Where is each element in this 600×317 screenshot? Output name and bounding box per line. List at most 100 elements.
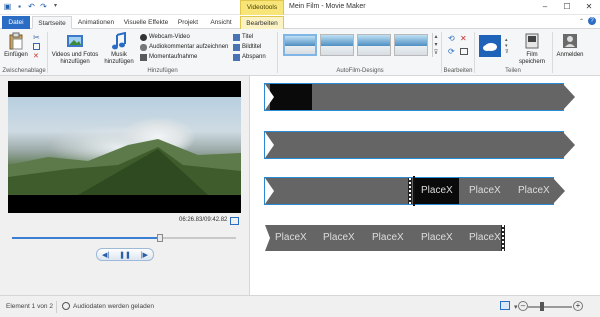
status-audio-loading: Audiodaten werden geladen — [73, 303, 154, 310]
copy-icon[interactable] — [33, 43, 40, 50]
strip-end-tip — [563, 132, 575, 158]
zoom-slider[interactable] — [528, 306, 572, 308]
storyboard-strip[interactable] — [264, 83, 575, 111]
webcam-video-button[interactable]: Webcam-Video — [140, 33, 190, 41]
remove-icon[interactable]: ✕ — [460, 34, 467, 43]
separator — [56, 301, 57, 313]
quick-access-toolbar: ▣ ▪ ↶ ↷ ▾ — [3, 2, 60, 11]
video-preview[interactable] — [8, 81, 241, 213]
clip-label: PlaceX — [275, 232, 307, 243]
separator — [277, 32, 278, 73]
tab-file[interactable]: Datei — [2, 16, 30, 29]
preview-pane: 06:26.83/09:42.82 ◀| ❚❚ |▶ — [0, 76, 250, 295]
help-icon[interactable]: ? — [588, 17, 596, 25]
title-bar: ▣ ▪ ↶ ↷ ▾ Videotools Mein Film - Movie M… — [0, 0, 600, 15]
paste-button[interactable]: Einfügen — [4, 32, 28, 59]
close-icon[interactable]: ✕ — [578, 0, 600, 15]
undo-icon[interactable]: ↶ — [27, 2, 36, 11]
theme-thumbnail[interactable] — [357, 34, 391, 56]
caption-label: Bildtitel — [242, 44, 262, 50]
add-music-label-1: Musik — [111, 52, 127, 58]
add-group-label: Hinzufügen — [147, 68, 178, 74]
fullscreen-icon[interactable] — [230, 217, 239, 225]
strip-end-tip — [563, 84, 575, 110]
add-videos-label-1: Videos und Fotos — [51, 52, 99, 58]
sign-in-button[interactable]: Anmelden — [555, 32, 585, 59]
storyboard-strip[interactable] — [264, 131, 575, 159]
ribbon-collapse-icon[interactable]: ⌃ — [579, 18, 584, 25]
theme-thumbnail[interactable] — [394, 34, 428, 56]
add-music-label-2: hinzufügen — [104, 59, 134, 65]
snapshot-button[interactable]: Momentaufnahme — [140, 53, 197, 61]
audio-comment-label: Audiokommentar aufzeichnen — [149, 44, 229, 50]
tab-project[interactable]: Projekt — [173, 16, 203, 29]
film-edge — [501, 225, 505, 251]
strip-start-arrow — [265, 132, 274, 158]
zoom-in-icon[interactable]: + — [573, 301, 583, 311]
save-icon[interactable]: ▪ — [15, 2, 24, 11]
add-videos-label-2: hinzufügen — [60, 59, 90, 65]
add-music-button[interactable]: Musik hinzufügen — [102, 32, 136, 66]
context-tab-videotools: Videotools — [240, 0, 284, 15]
mountain-landscape — [8, 139, 241, 195]
minimize-icon[interactable]: – — [534, 0, 556, 15]
clip-thumbnail[interactable] — [270, 84, 312, 110]
paste-label: Einfügen — [4, 52, 28, 58]
next-frame-icon[interactable]: |▶ — [141, 251, 148, 259]
onedrive-share-button[interactable] — [479, 35, 501, 57]
previous-frame-icon[interactable]: ◀| — [102, 251, 109, 259]
storyboard-strip[interactable]: PlaceX PlaceX PlaceX — [264, 177, 565, 205]
status-bar: Element 1 von 2 Audiodaten werden gelade… — [0, 295, 600, 317]
thumbnail-size-icon[interactable]: ▾ — [514, 303, 518, 311]
seek-thumb[interactable] — [156, 234, 163, 242]
add-videos-photos-button[interactable]: Videos und Fotos hinzufügen — [50, 32, 100, 66]
clip-label: PlaceX — [421, 232, 453, 243]
qat-dropdown-icon[interactable]: ▾ — [51, 2, 60, 11]
caption-button[interactable]: Bildtitel — [233, 43, 261, 51]
paste-icon — [9, 32, 23, 50]
pause-icon[interactable]: ❚❚ — [119, 251, 131, 259]
select-all-icon[interactable] — [460, 48, 468, 55]
clipboard-group-label: Zwischenablage — [2, 68, 46, 74]
clip-label: PlaceX — [421, 185, 453, 196]
tab-view[interactable]: Ansicht — [205, 16, 237, 29]
storyboard-strip[interactable]: PlaceX PlaceX PlaceX PlaceX PlaceX — [265, 225, 505, 251]
zoom-slider-thumb[interactable] — [540, 302, 544, 311]
theme-thumbnail[interactable] — [283, 34, 317, 56]
storyboard-view-icon[interactable] — [500, 301, 510, 310]
webcam-label: Webcam-Video — [149, 34, 190, 40]
tab-home[interactable]: Startseite — [32, 16, 72, 29]
zoom-out-icon[interactable]: – — [518, 301, 528, 311]
theme-gallery-scroll[interactable]: ▴ ▾ ⊽ — [432, 33, 439, 57]
ribbon-tabs: Datei Startseite Animationen Visuelle Ef… — [0, 15, 600, 29]
tab-visual-effects[interactable]: Visuelle Effekte — [120, 16, 172, 29]
app-icon[interactable]: ▣ — [3, 2, 12, 11]
tab-animations[interactable]: Animationen — [73, 16, 119, 29]
strip-start-notch — [265, 225, 270, 251]
snapshot-label: Momentaufnahme — [149, 54, 198, 60]
playhead[interactable] — [413, 176, 415, 206]
audio-comment-button[interactable]: Audiokommentar aufzeichnen — [140, 43, 228, 51]
separator — [474, 32, 475, 73]
sign-in-label: Anmelden — [556, 52, 584, 58]
credits-icon — [233, 53, 240, 61]
credits-button[interactable]: Abspann — [233, 53, 266, 61]
maximize-icon[interactable]: ☐ — [556, 0, 578, 15]
clip-label: PlaceX — [323, 232, 355, 243]
rotate-right-icon[interactable]: ⟳ — [448, 47, 455, 56]
rotate-left-icon[interactable]: ⟲ — [448, 34, 455, 43]
theme-thumbnail[interactable] — [320, 34, 354, 56]
film-icon — [67, 35, 83, 47]
share-group-label: Teilen — [505, 68, 521, 74]
save-movie-button[interactable]: Film speichern — [515, 32, 549, 66]
save-movie-label-1: Film — [526, 52, 538, 58]
tab-edit[interactable]: Bearbeiten — [240, 16, 284, 29]
film-edge — [408, 178, 412, 204]
cut-icon[interactable]: ✂ — [33, 33, 40, 42]
separator — [47, 32, 48, 73]
title-button[interactable]: Titel — [233, 33, 253, 41]
redo-icon[interactable]: ↷ — [39, 2, 48, 11]
camera-icon — [140, 53, 147, 61]
delete-icon[interactable]: ✕ — [33, 52, 39, 60]
share-dropdown-icon[interactable]: ▴ ▾ ⊽ — [505, 37, 509, 55]
